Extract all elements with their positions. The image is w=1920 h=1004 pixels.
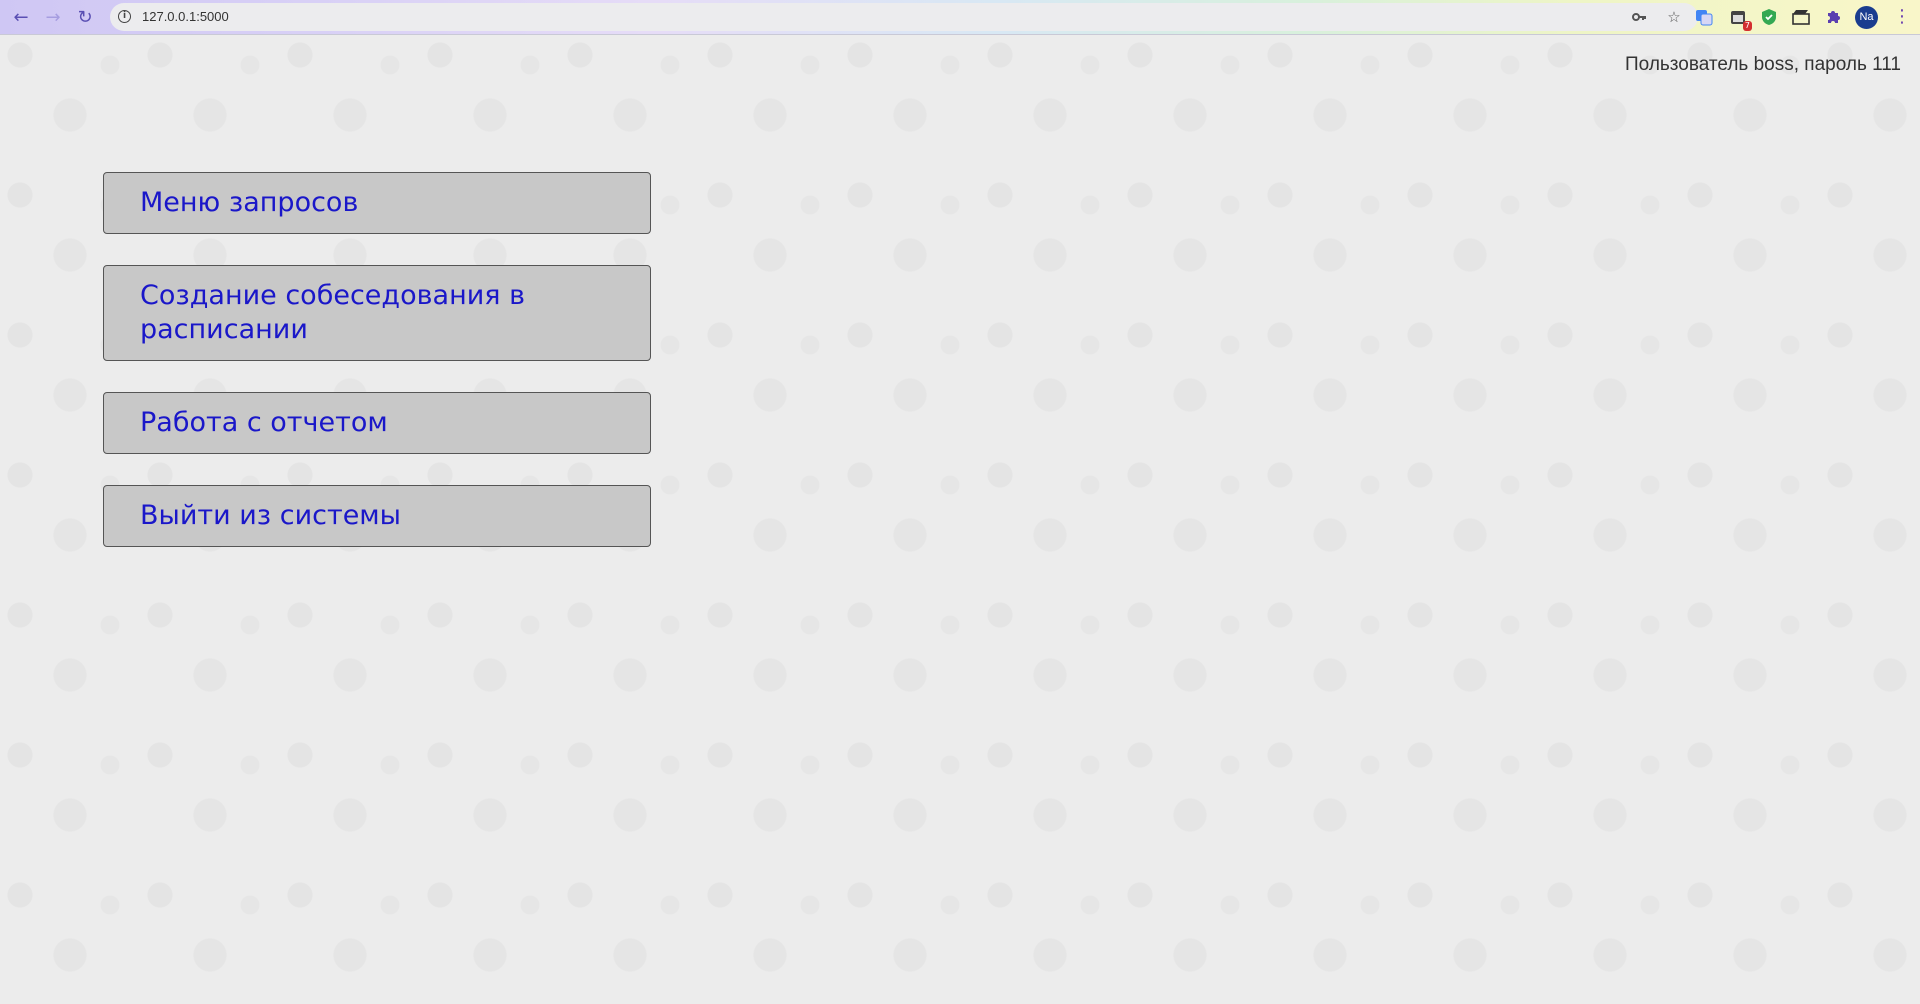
profile-avatar[interactable]: Na <box>1855 6 1878 29</box>
translate-extension-icon[interactable] <box>1693 6 1715 28</box>
user-credentials-text: Пользователь boss, пароль 111 <box>1625 54 1901 75</box>
shield-extension-icon[interactable] <box>1758 6 1780 28</box>
site-info-icon[interactable]: i <box>118 10 131 23</box>
create-interview-button[interactable]: Создание собеседования в расписании <box>103 265 651 361</box>
page-content: Пользователь boss, пароль 111 Меню запро… <box>0 35 1920 1004</box>
report-button[interactable]: Работа с отчетом <box>103 392 651 454</box>
reload-icon[interactable]: ↻ <box>73 5 97 29</box>
extension-badge: 7 <box>1742 21 1752 31</box>
address-bar[interactable]: i 127.0.0.1:5000 ☆ <box>110 3 1698 31</box>
logout-button[interactable]: Выйти из системы <box>103 485 651 547</box>
puzzle-extensions-icon[interactable] <box>1822 6 1844 28</box>
bookmark-star-icon[interactable]: ☆ <box>1664 7 1684 27</box>
main-menu: Меню запросов Создание собеседования в р… <box>103 172 651 578</box>
browser-menu-icon[interactable]: ⋮ <box>1893 6 1911 28</box>
browser-toolbar: ← → ↻ i 127.0.0.1:5000 ☆ 7 Na ⋮ <box>0 0 1920 35</box>
calendar-extension-icon[interactable]: 7 <box>1727 6 1752 31</box>
clapperboard-extension-icon[interactable] <box>1790 6 1812 28</box>
key-icon[interactable] <box>1629 7 1649 27</box>
back-arrow-icon[interactable]: ← <box>9 5 33 29</box>
forward-arrow-icon[interactable]: → <box>41 5 65 29</box>
url-text[interactable]: 127.0.0.1:5000 <box>142 9 229 24</box>
requests-menu-button[interactable]: Меню запросов <box>103 172 651 234</box>
